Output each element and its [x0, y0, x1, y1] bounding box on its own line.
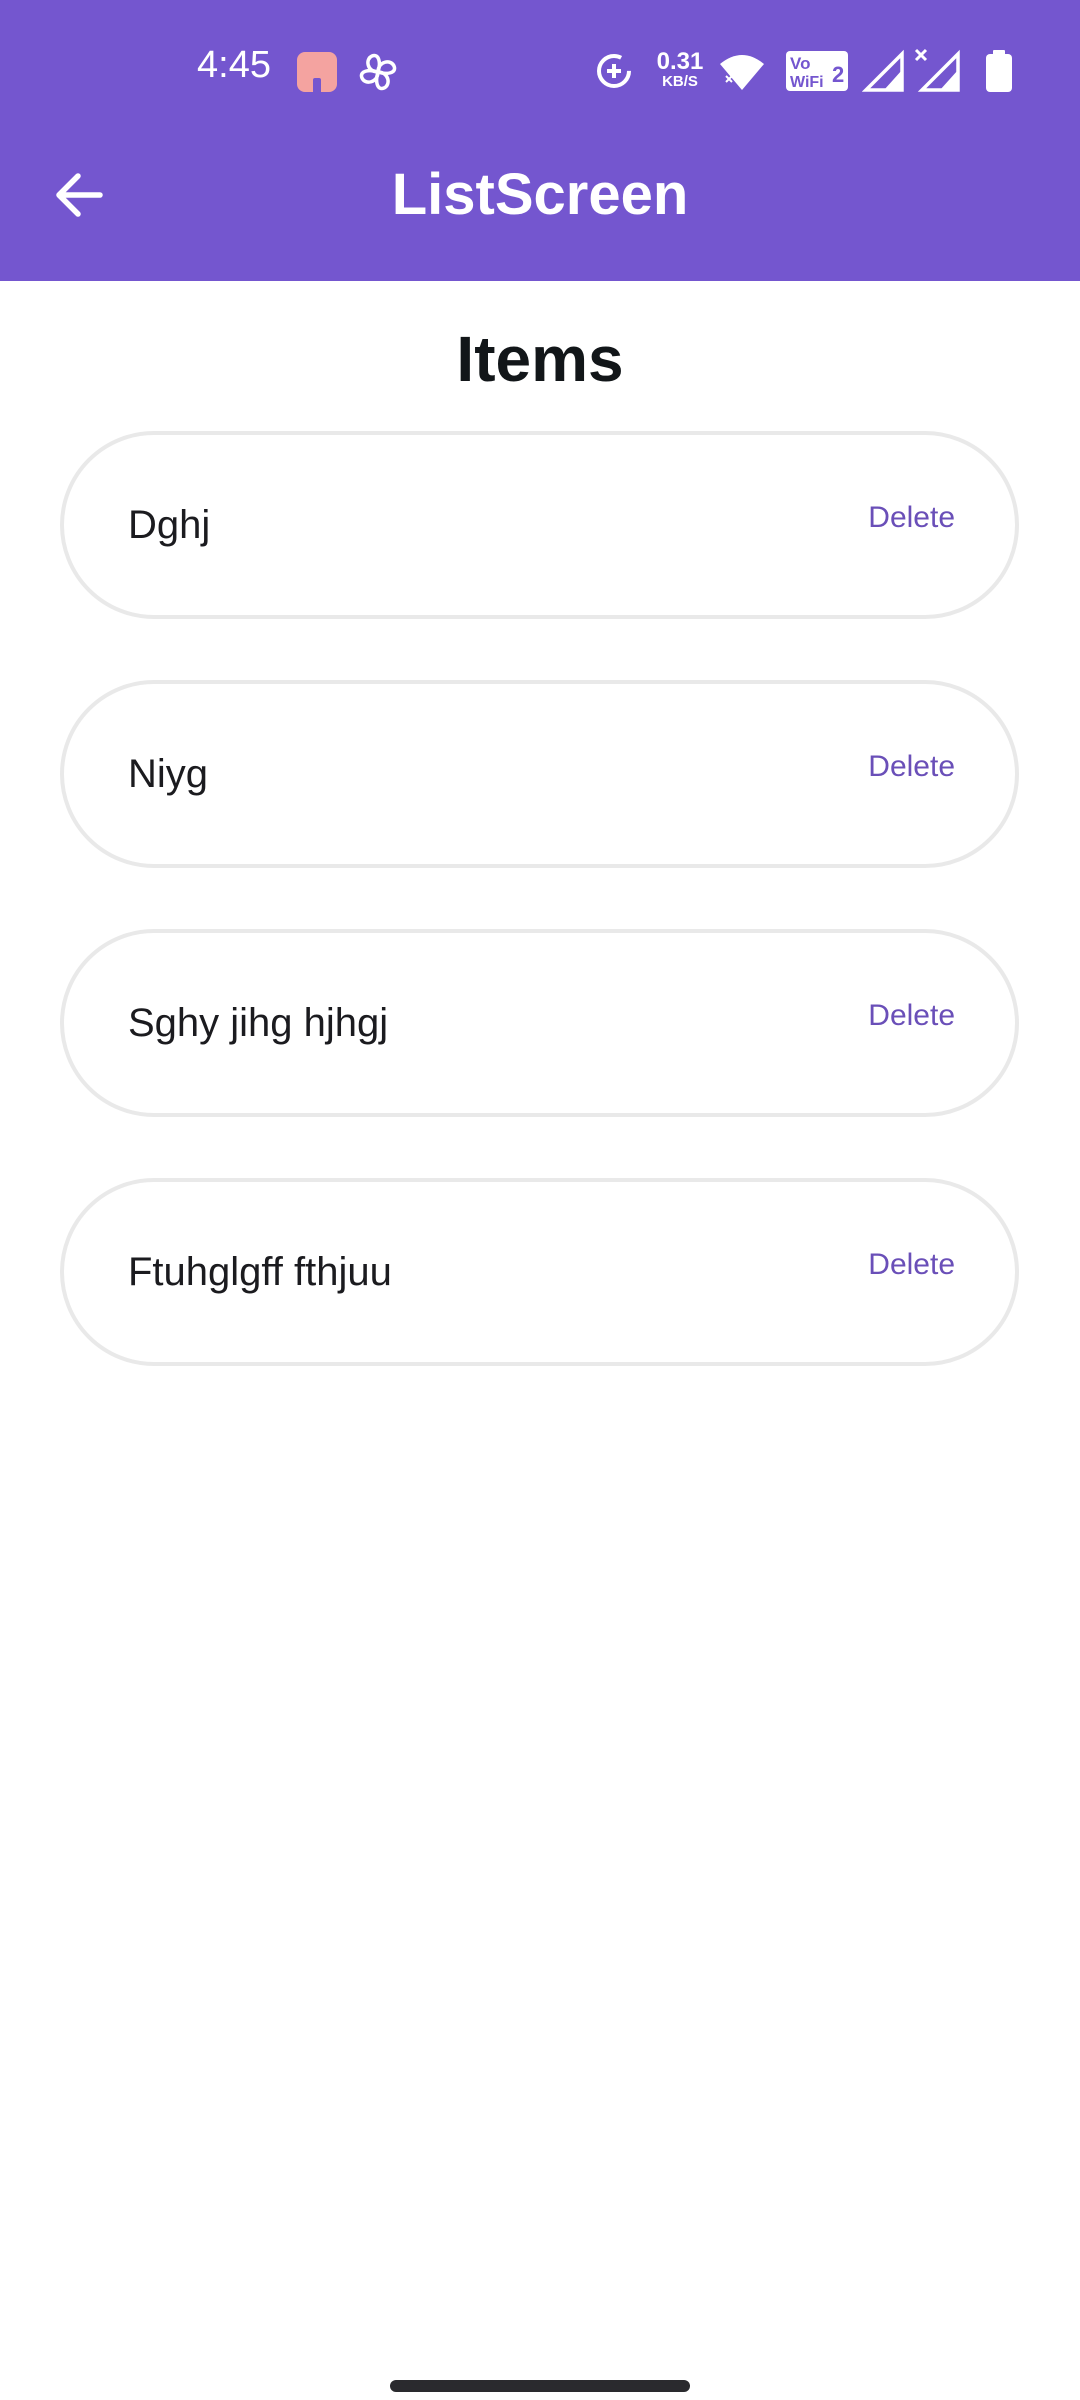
svg-text:2: 2	[832, 62, 844, 87]
item-label: Sghy jihg hjhgj	[128, 1000, 389, 1045]
app-bar-title: ListScreen	[391, 162, 689, 227]
delete-button[interactable]: Delete	[868, 999, 955, 1033]
list-item: Sghy jihg hjhgj Delete	[60, 929, 1019, 1117]
delete-button[interactable]: Delete	[868, 1248, 955, 1282]
items-list: Dghj Delete Niyg Delete Sghy jihg hjhgj …	[60, 431, 1019, 1427]
vowifi-icon: Vo WiFi 2	[784, 46, 850, 96]
pinwheel-icon	[359, 53, 397, 91]
status-time: 4:45	[197, 44, 271, 86]
network-speed-value: 0.31	[656, 48, 704, 75]
home-indicator[interactable]	[390, 2380, 690, 2392]
list-item: Niyg Delete	[60, 680, 1019, 868]
page-title: Items	[456, 323, 624, 395]
network-speed-unit: KB/S	[662, 73, 698, 90]
item-label: Dghj	[128, 502, 211, 547]
cell-signal-no-service-icon	[914, 48, 960, 92]
svg-text:Vo: Vo	[790, 54, 810, 73]
wifi-icon	[720, 55, 764, 90]
cell-signal-icon	[862, 49, 904, 92]
delete-button[interactable]: Delete	[868, 750, 955, 784]
network-speed-indicator: 0.31 KB/S	[654, 50, 706, 100]
delete-button[interactable]: Delete	[868, 501, 955, 535]
item-label: Ftuhglgff fthjuu	[128, 1249, 392, 1294]
data-saver-icon	[597, 54, 631, 88]
item-label: Niyg	[128, 751, 209, 796]
list-item: Ftuhglgff fthjuu Delete	[60, 1178, 1019, 1366]
list-item: Dghj Delete	[60, 431, 1019, 619]
battery-icon	[986, 50, 1012, 92]
notification-app-icon	[297, 52, 337, 92]
svg-text:WiFi: WiFi	[790, 74, 824, 91]
app-header: 4:45 0.31 KB/S Vo WiFi 2 ListScreen	[0, 0, 1080, 281]
